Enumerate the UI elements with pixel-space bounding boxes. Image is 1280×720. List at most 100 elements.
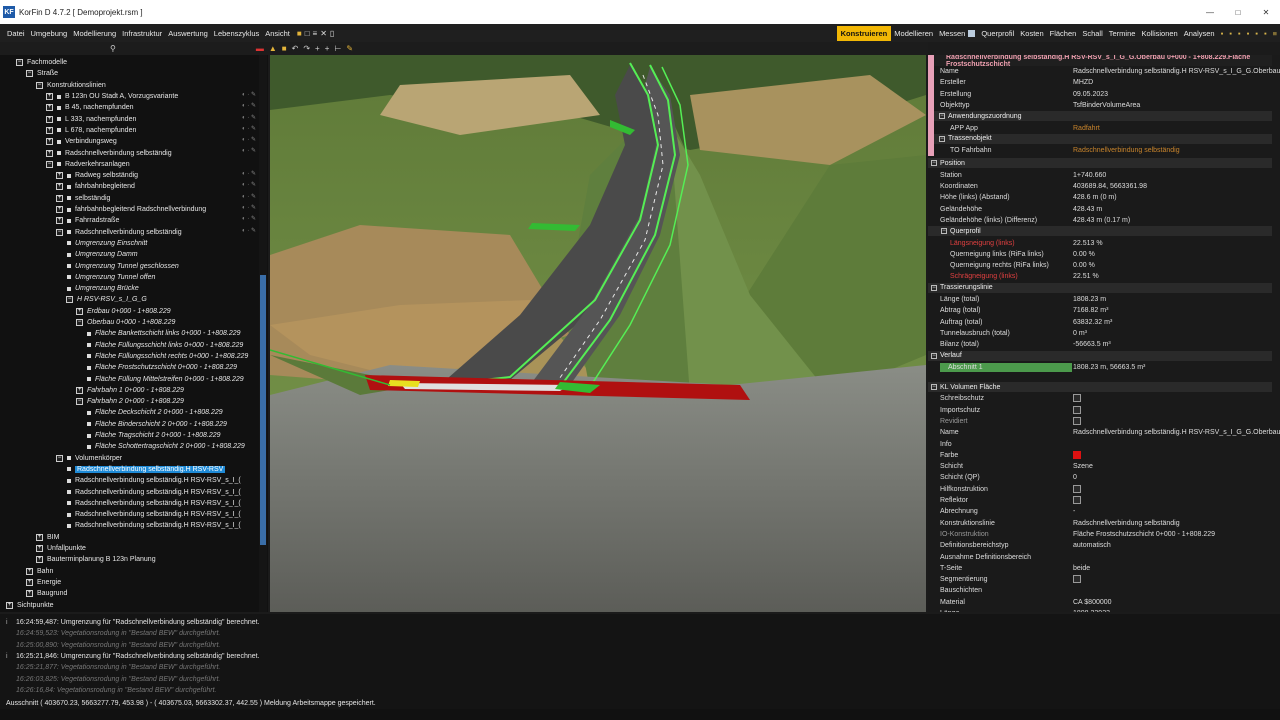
property-row[interactable]: Schicht Szene: [928, 461, 1272, 472]
visibility-icon[interactable]: ◐ · ✎: [242, 102, 256, 109]
tree-expand-icon[interactable]: +: [6, 601, 13, 609]
tree-item[interactable]: + selbständig: [56, 193, 110, 204]
property-row[interactable]: Revidiert: [928, 416, 1272, 427]
grid-icon[interactable]: ▪: [1261, 29, 1270, 38]
visibility-icon[interactable]: ◐ · ✎: [242, 114, 256, 121]
property-row[interactable]: Schrägneigung (links) 22.51 %: [928, 271, 1272, 282]
tree-expand-icon[interactable]: +: [36, 545, 43, 553]
warning-icon[interactable]: ▲: [269, 44, 277, 53]
tree-item[interactable]: Fläche Bankettschicht links 0+000 - 1+80…: [86, 328, 241, 339]
pin-icon[interactable]: ▪: [1218, 29, 1227, 38]
tree-item[interactable]: Radschnellverbindung selbständig.H RSV-R…: [66, 464, 226, 475]
menu-flächen[interactable]: Flächen: [1047, 29, 1080, 38]
menu-ansicht[interactable]: Ansicht: [262, 29, 293, 38]
tree-expand-icon[interactable]: −: [56, 454, 63, 462]
property-row[interactable]: Querneigung links (RiFa links) 0.00 %: [928, 249, 1272, 260]
tree-expand-icon[interactable]: +: [36, 556, 43, 564]
menu-auswertung[interactable]: Auswertung: [165, 29, 211, 38]
tree-expand-icon[interactable]: +: [46, 138, 53, 146]
property-row[interactable]: Info: [928, 439, 1272, 450]
folder-open-icon[interactable]: ■: [282, 44, 287, 53]
eye-icon[interactable]: ▪: [1226, 29, 1235, 38]
tree-item[interactable]: − Radverkehrsanlagen: [46, 159, 130, 170]
add-branch-icon[interactable]: +: [325, 44, 330, 53]
tree-item[interactable]: Fläche Deckschicht 2 0+000 - 1+808.229: [86, 407, 223, 418]
pencil-icon[interactable]: ✎: [346, 44, 353, 53]
visibility-icon[interactable]: ◐ · ✎: [242, 147, 256, 154]
collapse-icon[interactable]: −: [931, 352, 937, 359]
tree-item[interactable]: + L 678, nachempfunden: [46, 125, 136, 136]
property-row[interactable]: Bauschichten: [928, 585, 1272, 596]
tree-item[interactable]: Umgrenzung Tunnel geschlossen: [66, 260, 179, 271]
section-header[interactable]: − Verlauf: [928, 350, 1272, 361]
checkbox[interactable]: [1073, 416, 1081, 425]
tree-item[interactable]: Radschnellverbindung selbständig.H RSV-R…: [66, 498, 241, 509]
property-row[interactable]: Schicht (QP) 0: [928, 472, 1272, 483]
tree-expand-icon[interactable]: +: [26, 590, 33, 598]
visibility-icon[interactable]: ◐ · ✎: [242, 215, 256, 222]
section-header[interactable]: − Querprofil: [928, 226, 1272, 237]
save-icon[interactable]: □: [305, 29, 310, 38]
collapse-icon[interactable]: −: [941, 228, 947, 235]
property-row[interactable]: Name Radschnellverbindung selbständig.H R…: [928, 427, 1280, 438]
tree-expand-icon[interactable]: +: [56, 194, 63, 202]
tree-item[interactable]: Fläche Schottertragschicht 2 0+000 - 1+8…: [86, 441, 245, 452]
menu-modellierung[interactable]: Modellierung: [70, 29, 119, 38]
visibility-icon[interactable]: ◐ · ✎: [242, 181, 256, 188]
menu-analysen[interactable]: Analysen: [1181, 29, 1218, 38]
visibility-icon[interactable]: ◐ · ✎: [242, 170, 256, 177]
folder-icon[interactable]: ■: [297, 29, 302, 38]
property-row[interactable]: Bilanz (total) -56663.5 m³: [928, 339, 1272, 350]
tree-expand-icon[interactable]: +: [46, 149, 53, 157]
tree-item[interactable]: + Radweg selbständig: [56, 170, 138, 181]
menu-kosten[interactable]: Kosten: [1017, 29, 1046, 38]
tree-expand-icon[interactable]: +: [56, 206, 63, 214]
property-row[interactable]: Länge 1808.22923: [928, 608, 1272, 612]
property-row[interactable]: APP App Radfahrt: [928, 123, 1272, 134]
menu-modellieren[interactable]: Modellieren: [891, 29, 936, 38]
property-row[interactable]: Konstruktionslinie Radschnellverbindung s…: [928, 518, 1272, 529]
filter-icon[interactable]: ▪: [1244, 29, 1253, 38]
checkbox[interactable]: [1073, 484, 1081, 493]
tree-item[interactable]: − Radschnellverbindung selbständig: [56, 227, 182, 238]
property-row[interactable]: IO-Konstruktion Fläche Frostschutzschicht…: [928, 529, 1272, 540]
tree-expand-icon[interactable]: +: [76, 307, 83, 315]
tree-item[interactable]: Fläche Binderschicht 2 0+000 - 1+808.229: [86, 419, 227, 430]
tools-icon[interactable]: ✕: [320, 29, 327, 38]
collapse-icon[interactable]: −: [931, 160, 937, 167]
property-row[interactable]: Material CA $800000: [928, 597, 1272, 608]
tree-expand-icon[interactable]: +: [76, 386, 83, 394]
tree-item[interactable]: + BIM: [36, 532, 59, 543]
tree-expand-icon[interactable]: −: [26, 70, 33, 78]
menu-querprofil[interactable]: Querprofil: [978, 29, 1017, 38]
menu-termine[interactable]: Termine: [1106, 29, 1139, 38]
close-icon[interactable]: ✕: [1252, 0, 1280, 24]
tree-item[interactable]: Fläche Füllungsschicht rechts 0+000 - 1+…: [86, 351, 248, 362]
tree-item[interactable]: + Bahn: [26, 566, 53, 577]
tree-item[interactable]: + fahrbahnbegleitend Radschnellverbindung: [56, 204, 206, 215]
property-row[interactable]: Geländehöhe 428.43 m: [928, 204, 1272, 215]
section-header[interactable]: − Position: [928, 158, 1272, 169]
tree-expand-icon[interactable]: +: [26, 578, 33, 586]
visibility-icon[interactable]: ◐ · ✎: [242, 91, 256, 98]
tree-item[interactable]: Umgrenzung Einschnitt: [66, 238, 147, 249]
menu-schall[interactable]: Schall: [1079, 29, 1105, 38]
tree-expand-icon[interactable]: +: [56, 183, 63, 191]
tree-item[interactable]: − Straße: [26, 68, 58, 79]
tree-item[interactable]: − Volumenkörper: [56, 453, 122, 464]
checkbox[interactable]: [1073, 394, 1081, 403]
tree-expand-icon[interactable]: −: [76, 319, 83, 327]
section-header[interactable]: − Anwendungszuordnung: [928, 111, 1272, 122]
property-row[interactable]: Hilfkonstruktion: [928, 484, 1272, 495]
visibility-icon[interactable]: ◐ · ✎: [242, 204, 256, 211]
tree-item[interactable]: + Fahrradstraße: [56, 215, 119, 226]
tree-item[interactable]: + Verbindungsweg: [46, 136, 117, 147]
tree-item[interactable]: Radschnellverbindung selbständig.H RSV-R…: [66, 475, 241, 486]
property-row[interactable]: Ausnahme Definitionsbereich: [928, 552, 1272, 563]
section-header[interactable]: − Trassierungslinie: [928, 282, 1272, 293]
menu-infrastruktur[interactable]: Infrastruktur: [119, 29, 165, 38]
visibility-icon[interactable]: ◐ · ✎: [242, 227, 256, 234]
tree-item[interactable]: − Fahrbahn 2 0+000 - 1+808.229: [76, 396, 184, 407]
tree-item[interactable]: − Oberbau 0+000 - 1+808.229: [76, 317, 175, 328]
checkbox[interactable]: [1073, 405, 1081, 414]
